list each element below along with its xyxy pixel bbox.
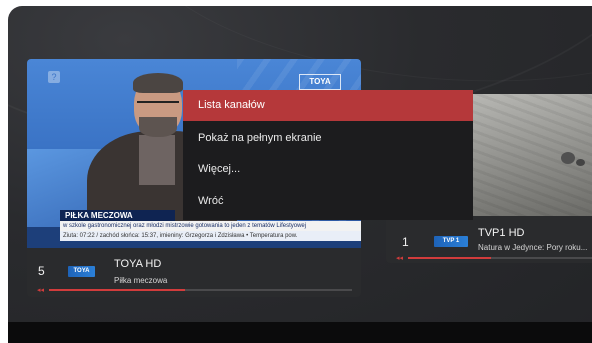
menu-item-back[interactable]: Wróć [183,186,473,217]
tv-screen: ? TOYA PIŁKA MECZOWA w szkole gastronomi… [8,6,592,343]
menu-item-channel-list[interactable]: Lista kanałów [183,90,473,121]
channel-name: TVP1 HD [478,227,525,239]
channel-logo: TVP 1 [434,236,468,247]
presenter-hair [133,73,183,93]
presenter-glasses [137,101,179,113]
channel-name: TOYA HD [114,258,162,270]
studio-logo: TOYA [299,74,341,90]
channel-logo: TOYA [68,266,95,277]
presenter-beard [139,117,177,137]
rock-shape [576,159,585,166]
channel-number: 5 [38,264,45,278]
rewind-icon: ◂◂ [396,255,404,262]
help-icon: ? [48,71,60,83]
lower-third-title: PIŁKA MECZOWA [60,210,175,221]
lower-third-ticker: w szkole gastronomicznej oraz młodzi mis… [60,221,361,231]
lower-third-ticker: Ziuta: 07:22 / zachód słońca: 15:37, imi… [60,231,361,241]
channel-number: 1 [402,235,409,249]
menu-item-fullscreen[interactable]: Pokaż na pełnym ekranie [183,123,473,154]
progress-bar [49,289,352,291]
rewind-icon: ◂◂ [37,287,45,294]
bottom-bar [8,322,592,343]
channel-info: 5 TOYA TOYA HD Piłka meczowa ◂◂ [27,248,361,297]
presenter-shirt [139,135,175,185]
program-title: Natura w Jedynce: Pory roku... [478,243,588,252]
menu-item-more[interactable]: Więcej... [183,154,473,185]
program-title: Piłka meczowa [114,276,168,285]
context-menu: Lista kanałów Pokaż na pełnym ekranie Wi… [183,90,473,220]
rock-shape [561,152,575,164]
progress-fill [408,257,491,259]
progress-bar [408,257,592,259]
progress-fill [49,289,186,291]
video-preview [466,94,592,216]
